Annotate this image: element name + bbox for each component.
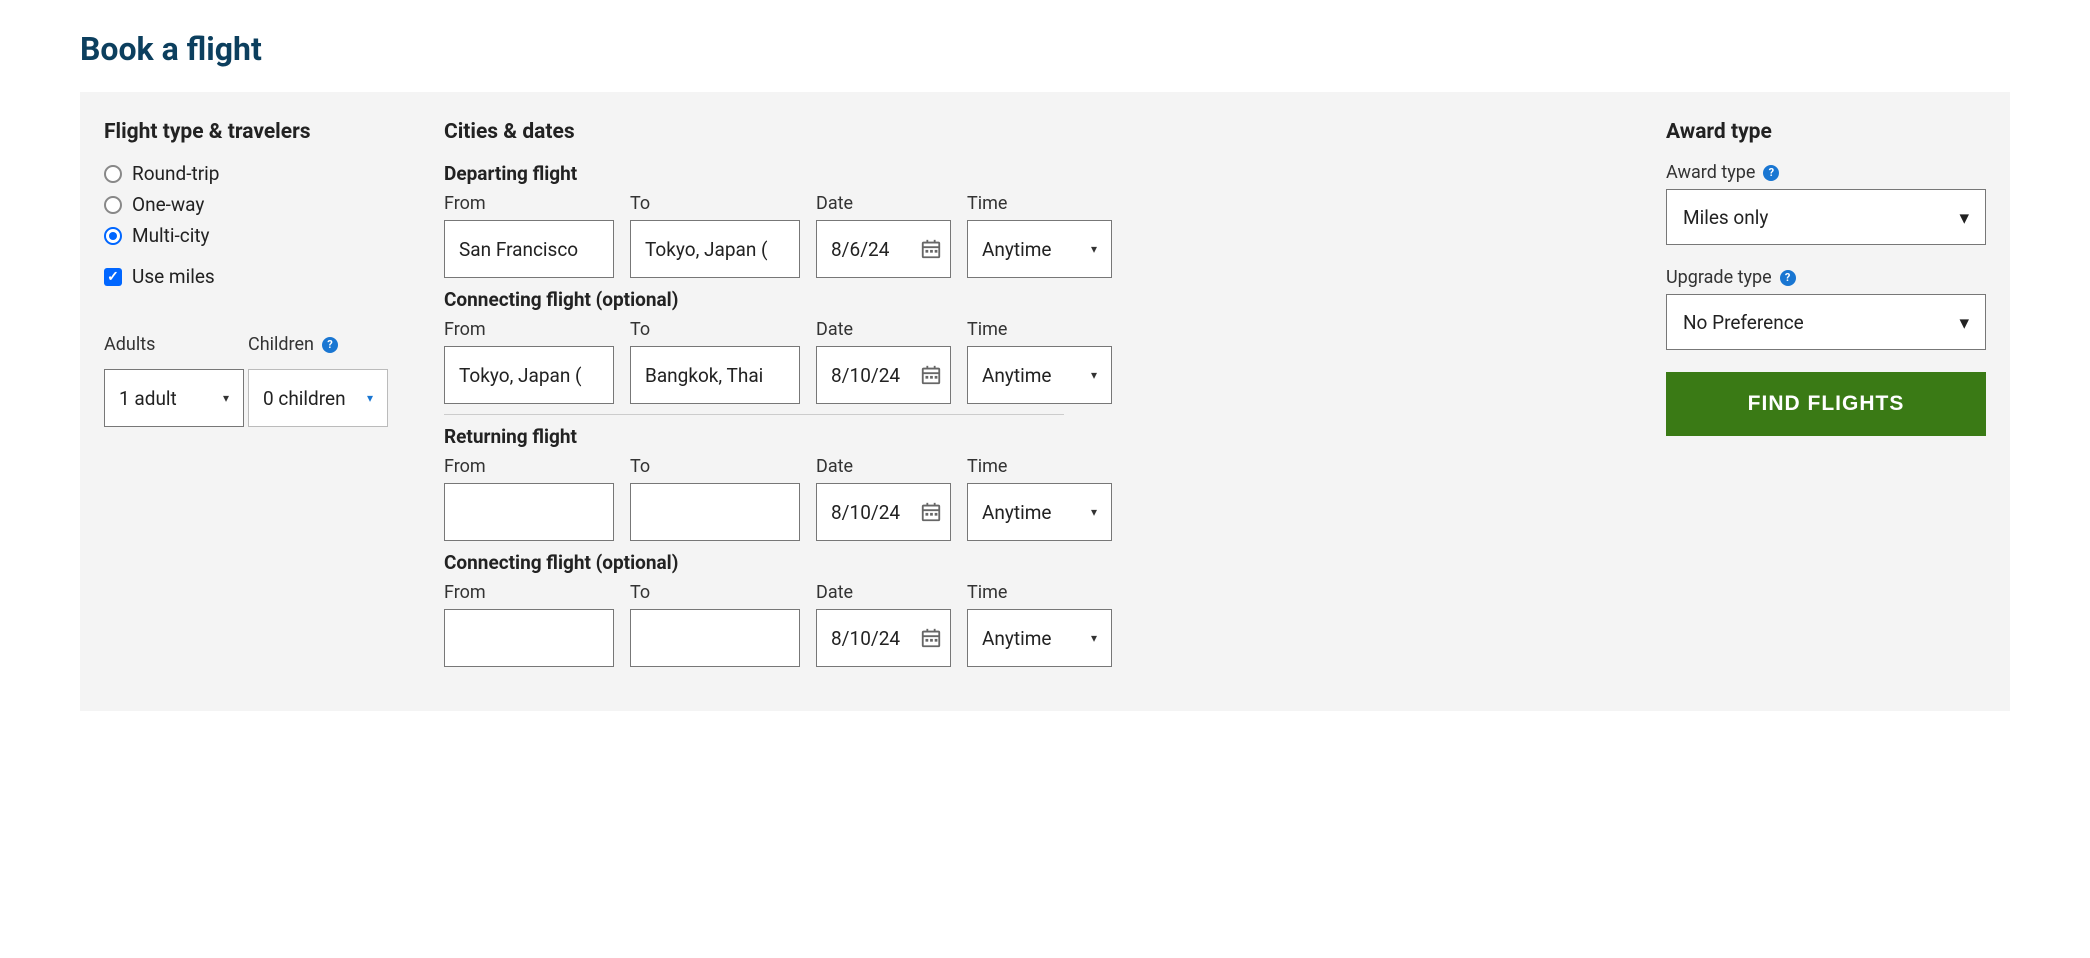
- award-type-select[interactable]: Miles only ▾: [1666, 189, 1986, 245]
- select-value: 1 adult: [119, 387, 177, 410]
- trip-type-round-trip[interactable]: Round-trip: [104, 162, 414, 185]
- flight-segment: From To Date 8/10/24: [444, 582, 1636, 667]
- adults-label: Adults: [104, 334, 244, 355]
- date-input[interactable]: 8/10/24: [816, 483, 951, 541]
- date-input[interactable]: 8/10/24: [816, 609, 951, 667]
- use-miles-checkbox[interactable]: Use miles: [104, 265, 414, 288]
- segment-heading: Returning flight: [444, 425, 1636, 448]
- calendar-icon: [920, 238, 942, 260]
- flight-segment: From San Francisco To Tokyo, Japan ( Dat…: [444, 193, 1636, 278]
- from-input[interactable]: [444, 609, 614, 667]
- segment-heading: Connecting flight (optional): [444, 551, 1636, 574]
- from-label: From: [444, 193, 614, 214]
- date-label: Date: [816, 319, 951, 340]
- radio-icon: [104, 196, 122, 214]
- radio-icon: [104, 165, 122, 183]
- to-label: To: [630, 193, 800, 214]
- segment-divider: [444, 414, 1064, 415]
- calendar-icon: [920, 627, 942, 649]
- select-value: 0 children: [263, 387, 346, 410]
- to-input[interactable]: Tokyo, Japan (: [630, 220, 800, 278]
- time-select[interactable]: Anytime ▾: [967, 483, 1112, 541]
- page-title: Book a flight: [80, 30, 2010, 68]
- to-label: To: [630, 582, 800, 603]
- date-label: Date: [816, 456, 951, 477]
- date-input[interactable]: 8/6/24: [816, 220, 951, 278]
- to-input[interactable]: [630, 609, 800, 667]
- chevron-down-icon: ▾: [223, 391, 229, 405]
- chevron-down-icon: ▾: [367, 391, 373, 405]
- help-icon[interactable]: [1780, 270, 1796, 286]
- select-value: No Preference: [1683, 311, 1804, 334]
- flight-segment: From Tokyo, Japan ( To Bangkok, Thai Dat…: [444, 319, 1636, 404]
- from-input[interactable]: [444, 483, 614, 541]
- calendar-icon: [920, 501, 942, 523]
- check-icon: [104, 268, 122, 286]
- radio-icon: [104, 227, 122, 245]
- time-label: Time: [967, 582, 1112, 603]
- from-label: From: [444, 319, 614, 340]
- segment-heading: Connecting flight (optional): [444, 288, 1636, 311]
- time-label: Time: [967, 319, 1112, 340]
- upgrade-type-label: Upgrade type: [1666, 267, 1986, 288]
- chevron-down-icon: ▾: [1091, 631, 1097, 645]
- award-type-header: Award type: [1666, 120, 1986, 144]
- trip-type-one-way[interactable]: One-way: [104, 193, 414, 216]
- to-input[interactable]: Bangkok, Thai: [630, 346, 800, 404]
- chevron-down-icon: ▾: [1959, 206, 1969, 229]
- date-label: Date: [816, 582, 951, 603]
- to-label: To: [630, 456, 800, 477]
- chevron-down-icon: ▾: [1091, 242, 1097, 256]
- time-label: Time: [967, 193, 1112, 214]
- calendar-icon: [920, 364, 942, 386]
- help-icon[interactable]: [1763, 165, 1779, 181]
- radio-label: One-way: [132, 193, 204, 216]
- adults-select[interactable]: 1 adult ▾: [104, 369, 244, 427]
- radio-label: Round-trip: [132, 162, 219, 185]
- time-select[interactable]: Anytime ▾: [967, 346, 1112, 404]
- date-input[interactable]: 8/10/24: [816, 346, 951, 404]
- time-select[interactable]: Anytime ▾: [967, 220, 1112, 278]
- to-label: To: [630, 319, 800, 340]
- from-label: From: [444, 456, 614, 477]
- flight-segment: From To Date 8/10/24: [444, 456, 1636, 541]
- time-label: Time: [967, 456, 1112, 477]
- children-select[interactable]: 0 children ▾: [248, 369, 388, 427]
- from-input[interactable]: San Francisco: [444, 220, 614, 278]
- from-label: From: [444, 582, 614, 603]
- select-value: Miles only: [1683, 206, 1768, 229]
- date-label: Date: [816, 193, 951, 214]
- cities-dates-header: Cities & dates: [444, 120, 1636, 144]
- radio-label: Multi-city: [132, 224, 210, 247]
- trip-type-multi-city[interactable]: Multi-city: [104, 224, 414, 247]
- checkbox-label: Use miles: [132, 265, 215, 288]
- award-type-label: Award type: [1666, 162, 1986, 183]
- upgrade-type-select[interactable]: No Preference ▾: [1666, 294, 1986, 350]
- from-input[interactable]: Tokyo, Japan (: [444, 346, 614, 404]
- booking-panel: Flight type & travelers Round-trip One-w…: [80, 92, 2010, 711]
- chevron-down-icon: ▾: [1091, 368, 1097, 382]
- segment-heading: Departing flight: [444, 162, 1636, 185]
- flight-type-header: Flight type & travelers: [104, 120, 414, 144]
- time-select[interactable]: Anytime ▾: [967, 609, 1112, 667]
- children-label: Children: [248, 334, 338, 355]
- find-flights-button[interactable]: FIND FLIGHTS: [1666, 372, 1986, 436]
- to-input[interactable]: [630, 483, 800, 541]
- help-icon[interactable]: [322, 337, 338, 353]
- chevron-down-icon: ▾: [1959, 311, 1969, 334]
- chevron-down-icon: ▾: [1091, 505, 1097, 519]
